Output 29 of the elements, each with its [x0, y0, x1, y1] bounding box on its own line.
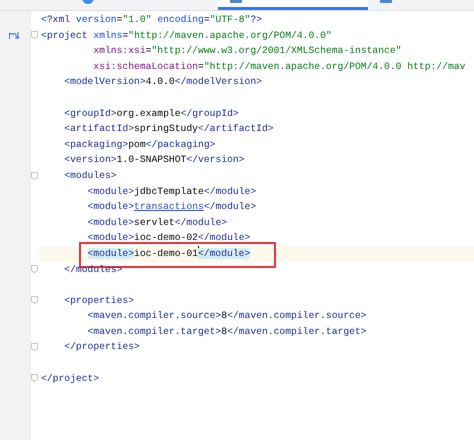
- code-line: <module>transactions</module>: [86, 200, 256, 214]
- fold-icon[interactable]: [31, 31, 38, 40]
- code-line: <artifactId>springStudy</artifactId>: [63, 122, 274, 136]
- link[interactable]: transactions: [134, 201, 204, 212]
- code-line: <maven.compiler.source>8</maven.compiler.source>: [86, 309, 367, 324]
- fold-icon[interactable]: [31, 374, 38, 382]
- code-line: <module>servlet</module>: [86, 216, 228, 230]
- m-arrow-icon[interactable]: [9, 30, 20, 40]
- code-line: <module>ioc-demo-02</module>: [86, 231, 250, 246]
- code-line: </project>: [41, 372, 100, 386]
- code-line: <module>jdbcTemplate</module>: [86, 184, 256, 199]
- code-line: <?xml version="1.0" encoding="UTF-8"?>: [41, 13, 262, 27]
- fold-icon[interactable]: [31, 296, 38, 304]
- code-line: <groupId>org.example</groupId>: [63, 106, 239, 121]
- code-line: <packaging>pom</packaging>: [63, 138, 216, 152]
- code-line: </properties>: [63, 340, 140, 354]
- code-line: xmlns:xsi="http://www.w3.org/2001/XMLSchema-instance": [92, 44, 402, 58]
- code-line: xsi:schemaLocation="http://maven.apache.org/POM/4.0.0 http://mav: [92, 60, 466, 74]
- code-line: <properties>: [63, 294, 134, 308]
- code-line: <modelVersion>4.0.0</modelVersion>: [63, 75, 262, 90]
- code-line: <module>ioc-demo-01</module>: [41, 246, 250, 262]
- fold-icon[interactable]: [31, 172, 38, 180]
- code-line: <version>1.0-SNAPSHOT</version>: [63, 153, 245, 168]
- fold-icon[interactable]: [31, 265, 38, 274]
- code-line: <modules>: [63, 168, 117, 183]
- editor-tab[interactable]: [218, 0, 368, 10]
- code-line: <maven.compiler.target>8</maven.compiler.target>: [86, 324, 367, 339]
- code-line: <project xmlns="http://maven.apache.org/POM/4.0.0": [41, 28, 332, 43]
- fold-icon[interactable]: [31, 343, 38, 352]
